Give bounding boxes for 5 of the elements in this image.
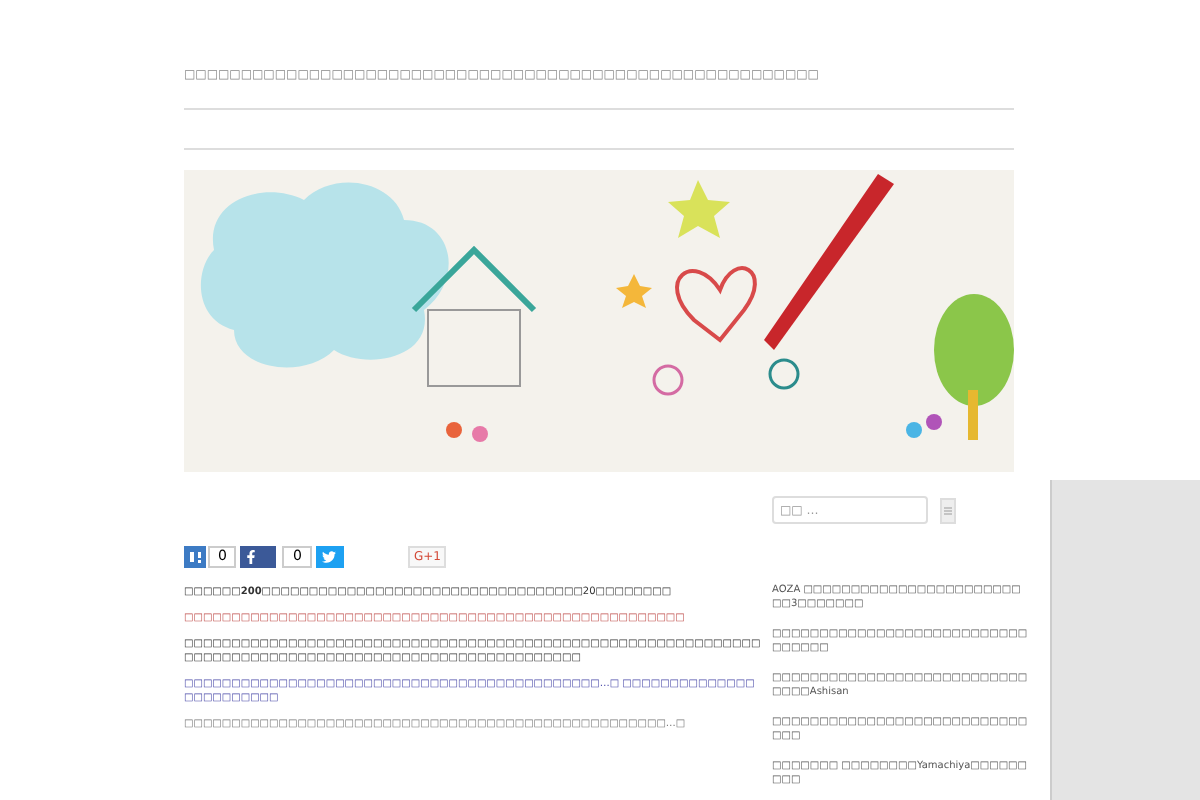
facebook-icon <box>244 550 259 564</box>
twitter-share-button[interactable] <box>315 546 344 568</box>
bookmark-icon[interactable] <box>184 546 206 568</box>
facebook-share-button[interactable] <box>240 546 277 568</box>
bird-icon <box>322 550 337 564</box>
